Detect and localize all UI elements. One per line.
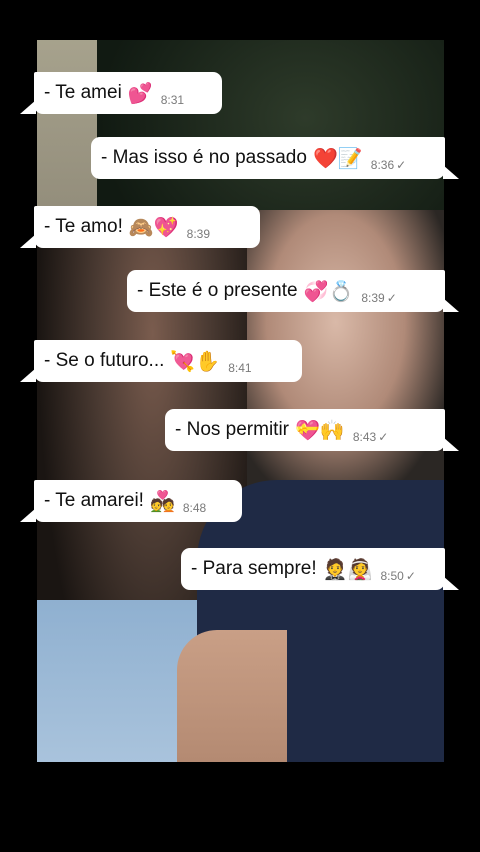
- message-text: - Te amo!: [44, 216, 123, 237]
- message-text: - Se o futuro...: [44, 350, 165, 371]
- message-time: 8:31: [160, 93, 185, 107]
- message-text: - Este é o presente: [137, 280, 298, 301]
- message-bubble[interactable]: - Te amei 💕 8:31: [20, 72, 222, 114]
- message-text: - Te amarei!: [44, 490, 144, 511]
- emoji-icon: 🙈💖: [128, 215, 179, 239]
- message-bubble[interactable]: - Mas isso é no passado ❤️📝 8:36 ✓: [91, 137, 459, 179]
- emoji-icon: 🤵👰: [322, 557, 373, 581]
- message-bubble[interactable]: - Te amo! 🙈💖 8:39: [20, 206, 260, 248]
- message-time: 8:43: [352, 430, 377, 444]
- message-time: 8:48: [182, 501, 207, 515]
- photo-arm: [177, 630, 287, 762]
- read-check-icon: ✓: [405, 569, 416, 583]
- read-check-icon: ✓: [386, 291, 397, 305]
- message-text: - Mas isso é no passado: [101, 147, 307, 168]
- message-time: 8:36: [370, 158, 395, 172]
- message-bubble[interactable]: - Para sempre! 🤵👰 8:50 ✓: [181, 548, 459, 590]
- message-bubble[interactable]: - Te amarei! 💑 8:48: [20, 480, 242, 522]
- message-text: - Te amei: [44, 82, 122, 103]
- emoji-icon: 💝🙌: [295, 418, 345, 442]
- message-time: 8:39: [361, 291, 385, 305]
- message-bubble[interactable]: - Este é o presente 💞💍 8:39 ✓: [127, 270, 459, 312]
- message-time: 8:39: [186, 227, 211, 241]
- emoji-icon: 💕: [127, 81, 153, 105]
- emoji-icon: ❤️📝: [312, 146, 363, 170]
- message-time: 8:50: [380, 569, 404, 583]
- emoji-icon: 💑: [149, 489, 175, 513]
- message-bubble[interactable]: - Se o futuro... 💘✋ 8:41: [20, 340, 302, 382]
- read-check-icon: ✓: [378, 430, 389, 444]
- message-bubble[interactable]: - Nos permitir 💝🙌 8:43 ✓: [165, 409, 459, 451]
- read-check-icon: ✓: [396, 158, 407, 172]
- emoji-icon: 💞💍: [303, 279, 354, 303]
- message-time: 8:41: [228, 361, 252, 375]
- emoji-icon: 💘✋: [170, 349, 221, 373]
- message-text: - Nos permitir: [175, 419, 290, 440]
- message-text: - Para sempre!: [191, 558, 317, 579]
